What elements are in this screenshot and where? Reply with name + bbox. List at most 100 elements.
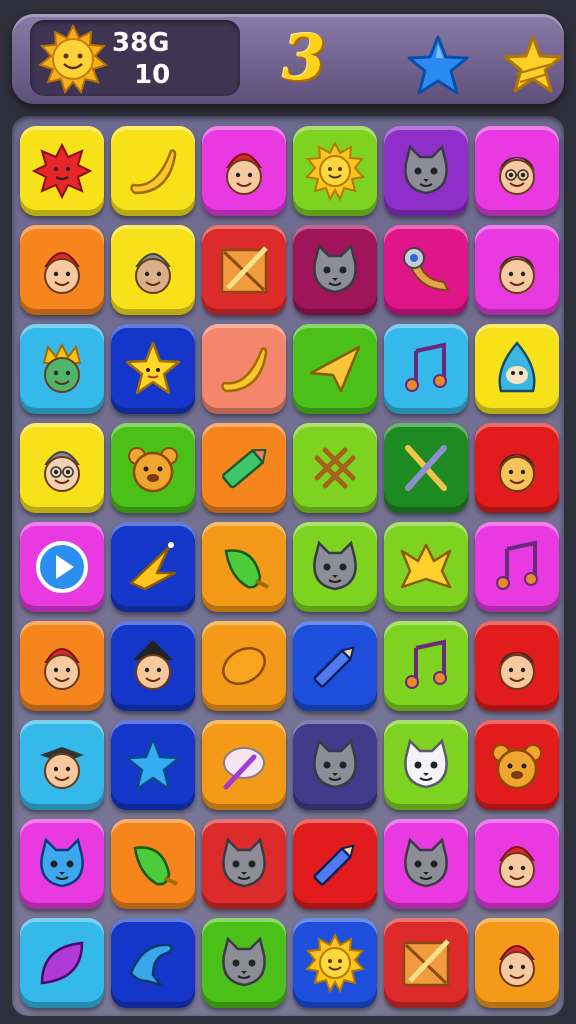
crossed-pencil-crate-icon [402, 939, 450, 987]
tile-r9-c3[interactable] [202, 918, 286, 1008]
tile-r1-c2[interactable] [111, 126, 195, 216]
brain-pencil-icon [223, 747, 265, 790]
tile-r3-c4[interactable] [293, 324, 377, 414]
tile-r2-c1[interactable] [20, 225, 104, 315]
woman-glasses-face-icon [44, 451, 80, 492]
tile-r5-c1[interactable] [20, 522, 104, 612]
gnome-face-icon [44, 648, 80, 690]
tile-r5-c5[interactable] [384, 522, 468, 612]
tile-r8-c3[interactable] [202, 819, 286, 909]
tile-r1-c4[interactable] [293, 126, 377, 216]
hooded-creature-icon [498, 341, 536, 393]
gnome-face-icon [499, 846, 535, 888]
tile-r4-c6[interactable] [475, 423, 559, 513]
cat-face-icon [404, 837, 448, 888]
boy-face-icon [499, 652, 535, 690]
red-star-burst-icon [32, 142, 92, 200]
music-note-icon [496, 540, 538, 590]
yellow-star-icon [125, 341, 181, 395]
tile-r2-c6[interactable] [475, 225, 559, 315]
cat-face-icon [222, 837, 266, 888]
tile-r1-c6[interactable] [475, 126, 559, 216]
green-pepper-icon [133, 846, 178, 886]
tile-r4-c1[interactable] [20, 423, 104, 513]
lattice-icon [314, 447, 356, 489]
blue-star-icon[interactable] [406, 34, 470, 98]
bear-face-icon [128, 447, 178, 493]
tile-r7-c3[interactable] [202, 720, 286, 810]
crossed-tools-icon [405, 445, 447, 491]
tile-r2-c2[interactable] [111, 225, 195, 315]
tile-r4-c4[interactable] [293, 423, 377, 513]
play-button-icon [36, 541, 88, 593]
tile-r9-c6[interactable] [475, 918, 559, 1008]
graduate-face-icon [40, 747, 84, 789]
tile-r8-c2[interactable] [111, 819, 195, 909]
pencil-icon [313, 646, 355, 688]
game-board [12, 116, 564, 1016]
tile-r3-c3[interactable] [202, 324, 286, 414]
sun-face-icon [305, 141, 365, 201]
score-text: 38G [112, 28, 170, 58]
tile-r8-c5[interactable] [384, 819, 468, 909]
cat-face-icon [313, 738, 357, 789]
tile-r4-c2[interactable] [111, 423, 195, 513]
tile-r6-c4[interactable] [293, 621, 377, 711]
moves-text: 10 [134, 60, 171, 90]
witch-face-icon [133, 640, 173, 690]
tile-r5-c3[interactable] [202, 522, 286, 612]
horn-eye-icon [403, 247, 450, 292]
tile-r8-c6[interactable] [475, 819, 559, 909]
tile-r6-c3[interactable] [202, 621, 286, 711]
cat-face-icon [313, 540, 357, 591]
shooting-star-icon [129, 542, 177, 591]
tile-r5-c6[interactable] [475, 522, 559, 612]
blue-star-icon [125, 737, 181, 791]
sun-icon [38, 24, 108, 94]
gnome-face-icon [499, 945, 535, 987]
green-pepper-icon [224, 549, 269, 589]
tile-r6-c1[interactable] [20, 621, 104, 711]
tile-r7-c6[interactable] [475, 720, 559, 810]
tile-r4-c3[interactable] [202, 423, 286, 513]
tile-r1-c3[interactable] [202, 126, 286, 216]
blue-cat-icon [40, 837, 84, 888]
crossed-pencil-crate-icon [220, 246, 268, 294]
tile-r6-c6[interactable] [475, 621, 559, 711]
tile-r9-c5[interactable] [384, 918, 468, 1008]
purple-leaf-icon [40, 941, 84, 985]
tile-r2-c3[interactable] [202, 225, 286, 315]
tile-r6-c2[interactable] [111, 621, 195, 711]
child-face-icon [499, 454, 535, 492]
cat-face-icon [404, 144, 448, 195]
tile-r8-c4[interactable] [293, 819, 377, 909]
dolphin-icon [129, 943, 173, 988]
tile-r9-c2[interactable] [111, 918, 195, 1008]
tile-r6-c5[interactable] [384, 621, 468, 711]
tile-r2-c4[interactable] [293, 225, 377, 315]
tile-r3-c1[interactable] [20, 324, 104, 414]
white-cat-icon [404, 738, 448, 789]
gold-star-icon[interactable] [502, 34, 564, 96]
tile-r7-c5[interactable] [384, 720, 468, 810]
tile-r3-c2[interactable] [111, 324, 195, 414]
bald-man-icon [135, 253, 171, 294]
music-note-icon [405, 639, 447, 689]
tile-r4-c5[interactable] [384, 423, 468, 513]
man-glasses-face-icon [499, 157, 535, 195]
tile-r7-c2[interactable] [111, 720, 195, 810]
crayon-icon [221, 448, 267, 489]
tile-r1-c1[interactable] [20, 126, 104, 216]
tile-r3-c5[interactable] [384, 324, 468, 414]
tile-r7-c1[interactable] [20, 720, 104, 810]
tile-r9-c1[interactable] [20, 918, 104, 1008]
tile-r1-c5[interactable] [384, 126, 468, 216]
tile-r8-c1[interactable] [20, 819, 104, 909]
tile-r7-c4[interactable] [293, 720, 377, 810]
tile-r3-c6[interactable] [475, 324, 559, 414]
pencil-icon [313, 844, 355, 886]
tile-r5-c4[interactable] [293, 522, 377, 612]
tile-r9-c4[interactable] [293, 918, 377, 1008]
tile-r5-c2[interactable] [111, 522, 195, 612]
tile-r2-c5[interactable] [384, 225, 468, 315]
